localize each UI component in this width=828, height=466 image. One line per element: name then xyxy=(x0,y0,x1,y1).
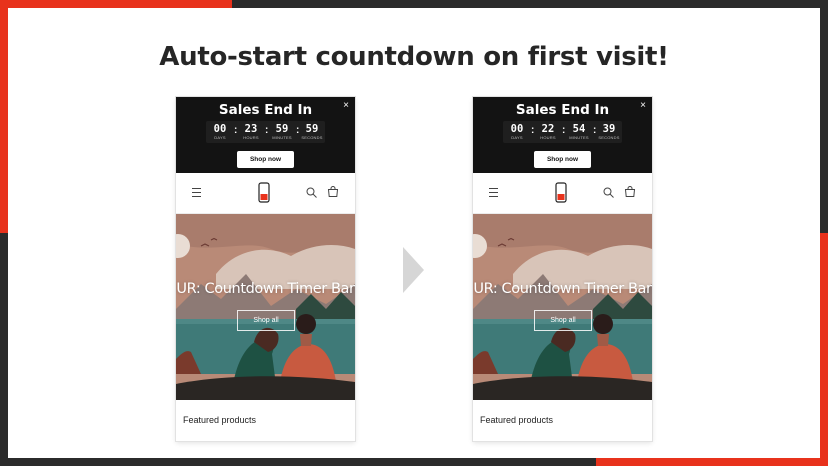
hero-heading: UR: Countdown Timer Bar xyxy=(176,281,355,297)
search-icon[interactable] xyxy=(603,187,614,198)
phone-preview-after: Sales End In × 00 DAYS : 22 HOURS : 54 M… xyxy=(473,97,652,441)
featured-products-heading: Featured products xyxy=(183,415,257,425)
menu-icon[interactable] xyxy=(489,188,498,197)
countdown-bar: Sales End In × 00 DAYS : 22 HOURS : 54 M… xyxy=(473,97,652,173)
arrow-right-icon xyxy=(403,247,424,293)
timer-hours-value: 23 xyxy=(244,123,258,135)
phone-logo-icon[interactable] xyxy=(555,182,567,203)
timer-minutes-value: 54 xyxy=(572,123,586,135)
hero-illustration xyxy=(176,214,355,400)
timer-seconds: 39 SECONDS xyxy=(597,123,621,141)
shop-now-button[interactable]: Shop now xyxy=(237,151,294,168)
countdown-timer: 00 DAYS : 23 HOURS : 59 MINUTES : 59 SEC… xyxy=(206,121,325,143)
store-header xyxy=(473,173,652,214)
close-icon[interactable]: × xyxy=(640,101,646,111)
timer-seconds-label: SECONDS xyxy=(301,135,323,140)
timer-hours: 22 HOURS xyxy=(536,123,560,141)
timer-hours: 23 HOURS xyxy=(239,123,263,141)
close-icon[interactable]: × xyxy=(343,101,349,111)
timer-minutes-label: MINUTES xyxy=(272,135,292,140)
menu-icon[interactable] xyxy=(192,188,201,197)
hero-banner: UR: Countdown Timer Bar Shop all xyxy=(176,214,355,400)
shop-all-button[interactable]: Shop all xyxy=(534,310,592,331)
timer-days-label: DAYS xyxy=(214,135,226,140)
timer-hours-label: HOURS xyxy=(243,135,259,140)
timer-seconds-value: 39 xyxy=(602,123,616,135)
hero-heading: UR: Countdown Timer Bar xyxy=(473,281,652,297)
timer-separator: : xyxy=(562,125,566,136)
frame-right xyxy=(820,0,828,233)
page-title: Auto-start countdown on first visit! xyxy=(159,42,669,72)
timer-separator: : xyxy=(265,125,269,136)
cart-icon[interactable] xyxy=(624,186,636,198)
timer-days: 00 DAYS xyxy=(505,123,529,141)
cart-icon[interactable] xyxy=(327,186,339,198)
timer-seconds-label: SECONDS xyxy=(598,135,620,140)
timer-seconds: 59 SECONDS xyxy=(300,123,324,141)
countdown-title: Sales End In xyxy=(218,102,313,118)
shop-all-button[interactable]: Shop all xyxy=(237,310,295,331)
search-icon[interactable] xyxy=(306,187,317,198)
timer-hours-label: HOURS xyxy=(540,135,556,140)
frame-left xyxy=(0,233,8,466)
timer-hours-value: 22 xyxy=(541,123,555,135)
timer-separator: : xyxy=(531,125,535,136)
timer-minutes-label: MINUTES xyxy=(569,135,589,140)
timer-separator: : xyxy=(593,125,597,136)
countdown-timer: 00 DAYS : 22 HOURS : 54 MINUTES : 39 SEC… xyxy=(503,121,622,143)
timer-days-value: 00 xyxy=(510,123,524,135)
timer-minutes: 59 MINUTES xyxy=(270,123,294,141)
timer-days-label: DAYS xyxy=(511,135,523,140)
store-header xyxy=(176,173,355,214)
phone-logo-icon[interactable] xyxy=(258,182,270,203)
timer-days: 00 DAYS xyxy=(208,123,232,141)
timer-separator: : xyxy=(296,125,300,136)
frame-right-accent xyxy=(820,233,828,466)
phone-preview-before: Sales End In × 00 DAYS : 23 HOURS : 59 M… xyxy=(176,97,355,441)
timer-separator: : xyxy=(234,125,238,136)
timer-seconds-value: 59 xyxy=(305,123,319,135)
timer-minutes: 54 MINUTES xyxy=(567,123,591,141)
timer-days-value: 00 xyxy=(213,123,227,135)
countdown-title: Sales End In xyxy=(515,102,610,118)
countdown-bar: Sales End In × 00 DAYS : 23 HOURS : 59 M… xyxy=(176,97,355,173)
timer-minutes-value: 59 xyxy=(275,123,289,135)
featured-products-heading: Featured products xyxy=(480,415,554,425)
hero-illustration xyxy=(473,214,652,400)
shop-now-button[interactable]: Shop now xyxy=(534,151,591,168)
frame-bottom-accent xyxy=(596,458,828,466)
hero-banner: UR: Countdown Timer Bar Shop all xyxy=(473,214,652,400)
frame-left-accent xyxy=(0,0,8,233)
frame-top-accent xyxy=(0,0,232,8)
